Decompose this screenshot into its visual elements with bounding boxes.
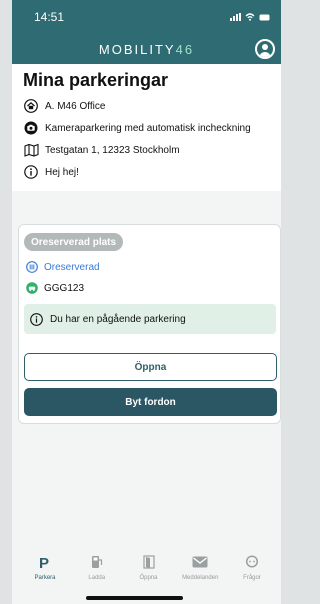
tab-label: Öppna — [139, 575, 158, 581]
tab-meddelanden[interactable]: Meddelanden — [175, 549, 225, 589]
tab-fragor[interactable]: Frågor — [227, 549, 277, 589]
camera-parking-text: Kameraparkering med automatisk incheckni… — [45, 122, 251, 134]
facility-row: A. M46 Office — [23, 95, 281, 117]
wifi-icon — [245, 13, 255, 21]
message-text: Hej hej! — [45, 166, 79, 178]
home-indicator — [86, 596, 183, 600]
reservation-status: Oreserverad — [44, 261, 100, 273]
brand-logo: MOBILITY46 — [99, 42, 194, 57]
brand-text: MOBILITY — [98, 41, 176, 57]
info-icon — [30, 312, 43, 326]
tab-label: Meddelanden — [182, 575, 219, 581]
car-icon — [26, 282, 38, 294]
address-row: Testgatan 1, 12323 Stockholm — [23, 139, 281, 161]
parking-card: Oreserverad plats Oreserverad GGG123 Du … — [18, 224, 281, 424]
svg-text:P: P — [39, 555, 49, 569]
ongoing-parking-alert: Du har en pågående parkering — [24, 304, 276, 334]
profile-button[interactable] — [255, 39, 275, 59]
phone-screen: 14:51 MOBILITY46 Mina parkeringar A. M46… — [12, 0, 281, 604]
facility-info: Mina parkeringar A. M46 Office Kamerapar… — [12, 64, 281, 191]
change-vehicle-button[interactable]: Byt fordon — [24, 388, 277, 416]
status-badge: Oreserverad plats — [24, 233, 124, 251]
bottom-tab-bar: P Parkera Ladda Öppna Meddelanden Frågor — [12, 549, 281, 589]
camera-row: Kameraparkering med automatisk incheckni… — [23, 117, 281, 139]
profile-body — [259, 52, 271, 57]
chat-icon — [245, 553, 259, 571]
status-time: 14:51 — [34, 10, 65, 24]
p-icon: P — [39, 553, 51, 571]
tab-oppna[interactable]: Öppna — [124, 549, 174, 589]
charger-icon — [91, 553, 103, 571]
message-row: Hej hej! — [23, 161, 281, 183]
door-icon — [142, 553, 155, 571]
reservation-row: Oreserverad — [26, 261, 100, 273]
tab-label: Ladda — [88, 575, 106, 581]
page-title: Mina parkeringar — [23, 70, 169, 90]
address-text: Testgatan 1, 12323 Stockholm — [45, 144, 180, 156]
battery-icon — [259, 14, 270, 20]
license-plate: GGG123 — [44, 282, 85, 294]
facility-name: A. M46 Office — [45, 100, 106, 112]
tab-ladda[interactable]: Ladda — [72, 549, 122, 589]
tab-parkera[interactable]: P Parkera — [20, 549, 70, 589]
info-icon — [23, 164, 39, 180]
open-button[interactable]: Öppna — [24, 353, 277, 381]
status-bar: 14:51 — [12, 0, 281, 34]
alert-text: Du har en pågående parkering — [50, 313, 186, 325]
parking-lanes-icon — [26, 261, 38, 273]
status-icons — [230, 13, 271, 21]
brand-number: 46 — [175, 41, 195, 57]
map-icon — [23, 142, 39, 158]
camera-icon — [23, 120, 39, 136]
home-icon — [23, 98, 39, 114]
signal-icon — [230, 13, 241, 21]
profile-head — [262, 44, 268, 50]
vehicle-row: GGG123 — [26, 282, 84, 294]
tab-label: Frågor — [243, 575, 261, 581]
tab-label: Parkera — [34, 575, 56, 581]
envelope-icon — [192, 553, 208, 571]
app-header: MOBILITY46 — [12, 34, 281, 64]
